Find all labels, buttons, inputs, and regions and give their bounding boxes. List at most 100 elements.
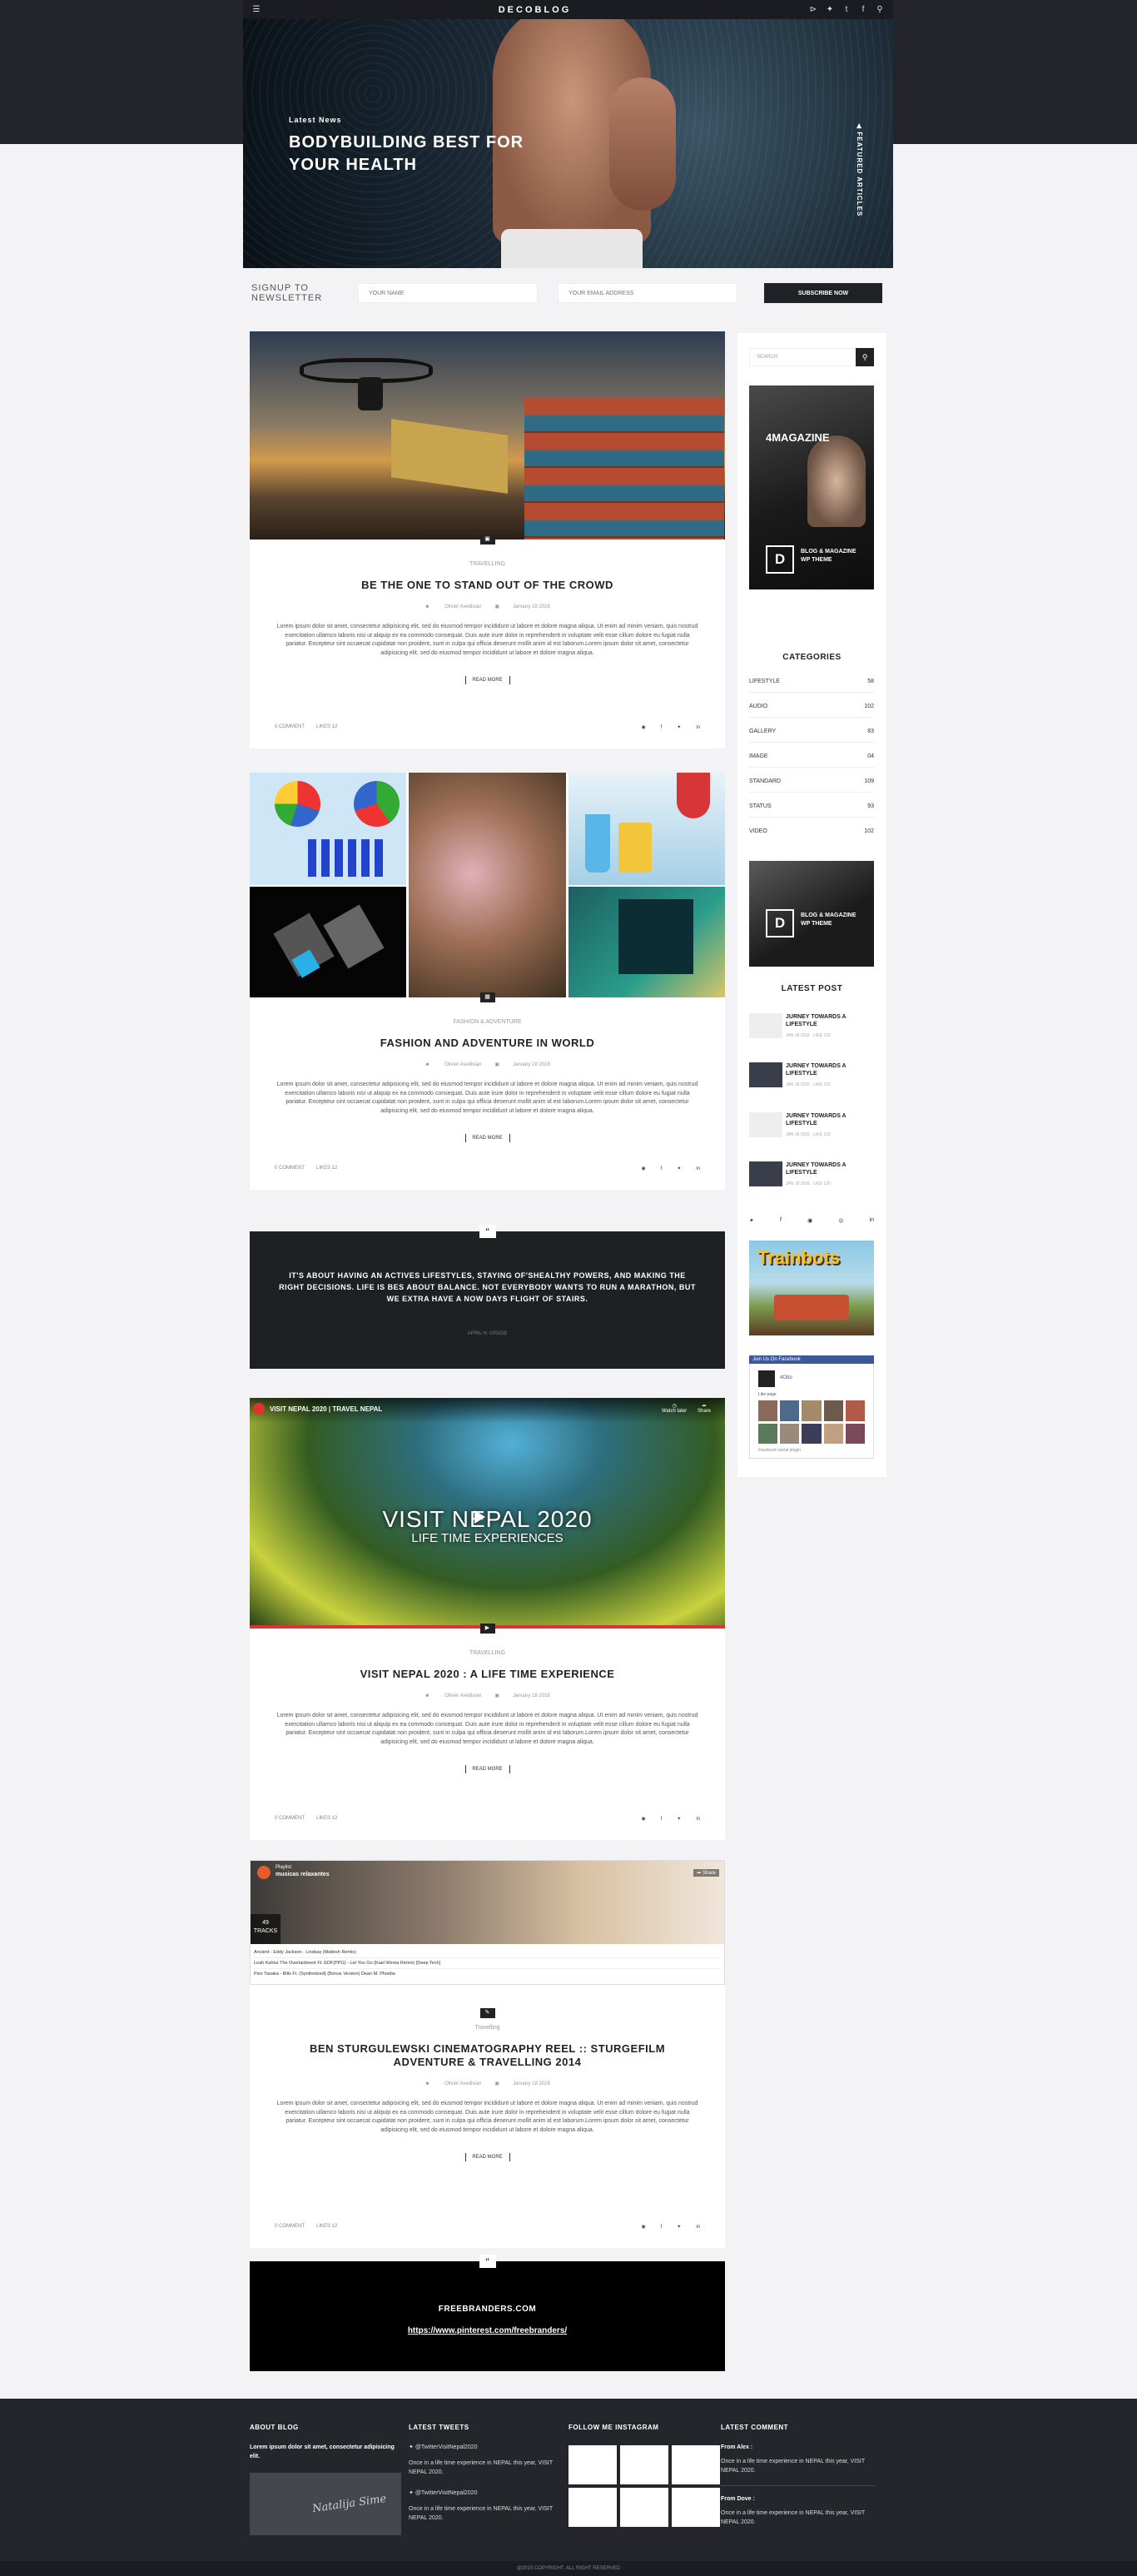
- gallery-image-poster[interactable]: [568, 887, 725, 997]
- post-title[interactable]: VISIT NEPAL 2020 : A LIFE TIME EXPERIENC…: [250, 1668, 725, 1681]
- name-input[interactable]: [358, 283, 538, 303]
- channel-avatar[interactable]: [253, 1403, 265, 1415]
- like-count[interactable]: LIKES 12: [316, 1816, 337, 1821]
- playlist-embed[interactable]: Playlist musicas relaxantes ➦ Share 49 TR…: [250, 1860, 725, 1985]
- comment-count[interactable]: 0 COMMENT: [275, 724, 305, 729]
- post-category[interactable]: TRAVELLING: [250, 1650, 725, 1656]
- twitter-icon[interactable]: ✦: [749, 1217, 754, 1224]
- link-url[interactable]: https://www.pinterest.com/freebranders/: [250, 2326, 725, 2335]
- twitter-share-icon[interactable]: ✦: [677, 1817, 681, 1822]
- instagram-thumb[interactable]: [568, 2445, 617, 2484]
- post-title[interactable]: BEN STURGULEWSKI CINEMATOGRAPHY REEL :: …: [250, 2042, 725, 2069]
- hero-slider[interactable]: Latest News BODYBUILDING BEST FOR YOUR H…: [243, 19, 893, 268]
- ad-banner-4magazine[interactable]: 4MAGAZINE D BLOG & MAGAZINE WP THEME: [749, 385, 874, 589]
- track-list[interactable]: Ancient - Eddy Jackson - Lindsay (Maltes…: [254, 1947, 721, 1979]
- search-icon[interactable]: ⚲: [871, 5, 888, 14]
- pinterest-share-icon[interactable]: ◉: [641, 2225, 645, 2230]
- playlist-share-button[interactable]: ➦ Share: [693, 1869, 719, 1877]
- latest-post-thumb[interactable]: [749, 1013, 782, 1038]
- post-gallery[interactable]: [250, 773, 725, 997]
- post-title[interactable]: BE THE ONE TO STAND OUT OF THE CROWD: [250, 579, 725, 592]
- post-title[interactable]: FASHION AND ADVENTURE IN WORLD: [250, 1037, 725, 1050]
- category-item[interactable]: STANDARD 109: [749, 778, 874, 793]
- post-author[interactable]: Olivier Avedisian: [444, 1693, 481, 1698]
- latest-post-item[interactable]: JURNEY TOWARDS A LIFESTYLE JAN 18 2016 LI…: [749, 1161, 874, 1195]
- facebook-icon[interactable]: f: [780, 1217, 782, 1224]
- menu-icon[interactable]: ☰: [248, 5, 265, 14]
- post-image[interactable]: [250, 331, 725, 540]
- tweet-handle[interactable]: ✦ @TwitterVisitNepal2020: [409, 2443, 559, 2452]
- tumblr-icon[interactable]: t: [838, 5, 855, 14]
- instagram-thumb[interactable]: [620, 2445, 668, 2484]
- video-player[interactable]: VISIT NEPAL 2020 | TRAVEL NEPAL ◷ Watch l…: [250, 1398, 725, 1629]
- twitter-share-icon[interactable]: ✦: [677, 2225, 681, 2230]
- play-icon[interactable]: [474, 1510, 485, 1524]
- post-author[interactable]: Olivier Avedisian: [444, 604, 481, 609]
- site-logo[interactable]: DECOBLOG: [499, 5, 572, 15]
- rss-icon[interactable]: ⊳: [805, 5, 822, 14]
- track-item[interactable]: Leah Kahlur The Overlaidment Ft. EDF(PPG…: [254, 1958, 721, 1969]
- comment-author[interactable]: From Dove :: [721, 2494, 876, 2504]
- linkedin-share-icon[interactable]: in: [696, 2225, 700, 2230]
- like-count[interactable]: LIKES 12: [316, 724, 337, 729]
- facebook-share-icon[interactable]: f: [661, 725, 663, 730]
- featured-articles-toggle[interactable]: ◀ FEATURED ARTICLES: [856, 123, 863, 216]
- search-icon[interactable]: ⚲: [856, 348, 874, 366]
- gallery-image-device[interactable]: [250, 887, 406, 997]
- like-count[interactable]: LIKES 12: [316, 1166, 337, 1171]
- latest-post-item[interactable]: JURNEY TOWARDS A LIFESTYLE JAN 18 2016 LI…: [749, 1013, 874, 1047]
- comment-count[interactable]: 0 COMMENT: [275, 1166, 305, 1171]
- hero-title[interactable]: BODYBUILDING BEST FOR YOUR HEALTH: [289, 132, 564, 177]
- track-item[interactable]: Piso Tanaka - Bills Ft. (Synthetized) (B…: [254, 1969, 721, 1979]
- post-category[interactable]: FASHION & ADVENTURE: [250, 1019, 725, 1025]
- instagram-thumb[interactable]: [620, 2488, 668, 2527]
- like-count[interactable]: LIKES 12: [316, 2224, 337, 2229]
- latest-post-item[interactable]: JURNEY TOWARDS A LIFESTYLE JAN 18 2016 LI…: [749, 1062, 874, 1096]
- read-more-button[interactable]: READ MORE: [464, 1134, 510, 1142]
- read-more-button[interactable]: READ MORE: [464, 676, 510, 684]
- category-item[interactable]: IMAGE 04: [749, 753, 874, 768]
- facebook-widget-header[interactable]: Join Us On Facebook: [749, 1355, 874, 1364]
- ad-banner-theme[interactable]: D BLOG & MAGAZINE WP THEME: [749, 861, 874, 967]
- linkedin-share-icon[interactable]: in: [696, 1817, 700, 1822]
- category-item[interactable]: LIFESTYLE 58: [749, 679, 874, 693]
- instagram-thumb[interactable]: [672, 2488, 720, 2527]
- facebook-icon[interactable]: f: [855, 5, 871, 14]
- comment-count[interactable]: 0 COMMENT: [275, 2224, 305, 2229]
- comment-count[interactable]: 0 COMMENT: [275, 1816, 305, 1821]
- post-author[interactable]: Olivier Avedisian: [444, 1062, 481, 1067]
- share-button[interactable]: ➦ Share: [698, 1403, 711, 1414]
- subscribe-button[interactable]: SUBSCRIBE NOW: [764, 283, 882, 303]
- category-item[interactable]: STATUS 93: [749, 803, 874, 818]
- gallery-image-coral[interactable]: [409, 773, 566, 997]
- gallery-image-lab[interactable]: [568, 773, 725, 885]
- trainbots-banner[interactable]: Trainbots: [749, 1241, 874, 1335]
- category-item[interactable]: AUDIO 102: [749, 704, 874, 718]
- facebook-share-icon[interactable]: f: [661, 1817, 663, 1822]
- pinterest-icon[interactable]: ◉: [807, 1217, 812, 1224]
- twitter-share-icon[interactable]: ✦: [677, 1166, 681, 1171]
- comment-author[interactable]: From Alex :: [721, 2443, 876, 2452]
- linkedin-share-icon[interactable]: in: [696, 1166, 700, 1171]
- latest-post-thumb[interactable]: [749, 1161, 782, 1186]
- pinterest-share-icon[interactable]: ◉: [641, 725, 645, 730]
- watch-later-button[interactable]: ◷ Watch later: [662, 1403, 687, 1414]
- fb-page-name[interactable]: 4Otto: [780, 1375, 792, 1380]
- fb-like-button[interactable]: Like page: [758, 1392, 777, 1397]
- instagram-thumb[interactable]: [568, 2488, 617, 2527]
- post-category[interactable]: Travelling: [250, 2025, 725, 2031]
- category-item[interactable]: GALLERY 83: [749, 729, 874, 743]
- twitter-share-icon[interactable]: ✦: [677, 725, 681, 730]
- pinterest-share-icon[interactable]: ◉: [641, 1166, 645, 1171]
- playlist-title[interactable]: musicas relaxantes: [276, 1872, 330, 1877]
- linkedin-share-icon[interactable]: in: [696, 725, 700, 730]
- latest-post-item[interactable]: JURNEY TOWARDS A LIFESTYLE JAN 18 2016 LI…: [749, 1112, 874, 1146]
- read-more-button[interactable]: READ MORE: [464, 1765, 510, 1773]
- read-more-button[interactable]: READ MORE: [464, 2153, 510, 2161]
- category-item[interactable]: VIDEO 102: [749, 828, 874, 842]
- sidebar-search-input[interactable]: SEARCH ⚲: [749, 348, 874, 366]
- video-title[interactable]: VISIT NEPAL 2020 | TRAVEL NEPAL: [270, 1405, 382, 1413]
- instagram-thumb[interactable]: [672, 2445, 720, 2484]
- pinterest-share-icon[interactable]: ◉: [641, 1817, 645, 1822]
- facebook-share-icon[interactable]: f: [661, 1166, 663, 1171]
